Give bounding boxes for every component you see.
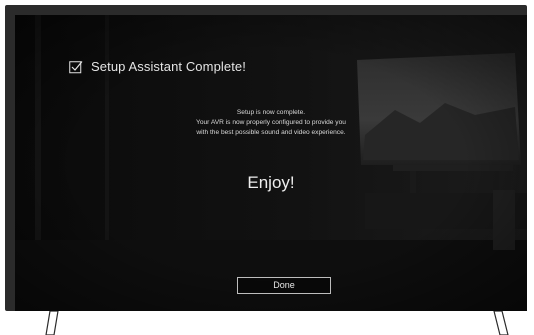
message-line-3: with the best possible sound and video e… (196, 129, 346, 136)
dialog-title: Setup Assistant Complete! (91, 59, 246, 74)
dialog-title-row: Setup Assistant Complete! (69, 59, 246, 74)
tv-leg-left (45, 310, 59, 335)
message-line-1: Setup is now complete. (236, 109, 306, 116)
message-line-2: Your AVR is now properly configured to p… (196, 119, 346, 126)
done-button[interactable]: Done (237, 277, 331, 294)
completion-message: Setup is now complete. Your AVR is now p… (15, 108, 527, 138)
page: Setup Assistant Complete! Setup is now c… (0, 0, 534, 335)
checkbox-checked-icon (69, 60, 83, 73)
tv-screen: Setup Assistant Complete! Setup is now c… (15, 15, 527, 311)
enjoy-headline: Enjoy! (247, 173, 295, 192)
tv-leg-right (493, 310, 509, 335)
tv-bezel: Setup Assistant Complete! Setup is now c… (5, 5, 527, 311)
